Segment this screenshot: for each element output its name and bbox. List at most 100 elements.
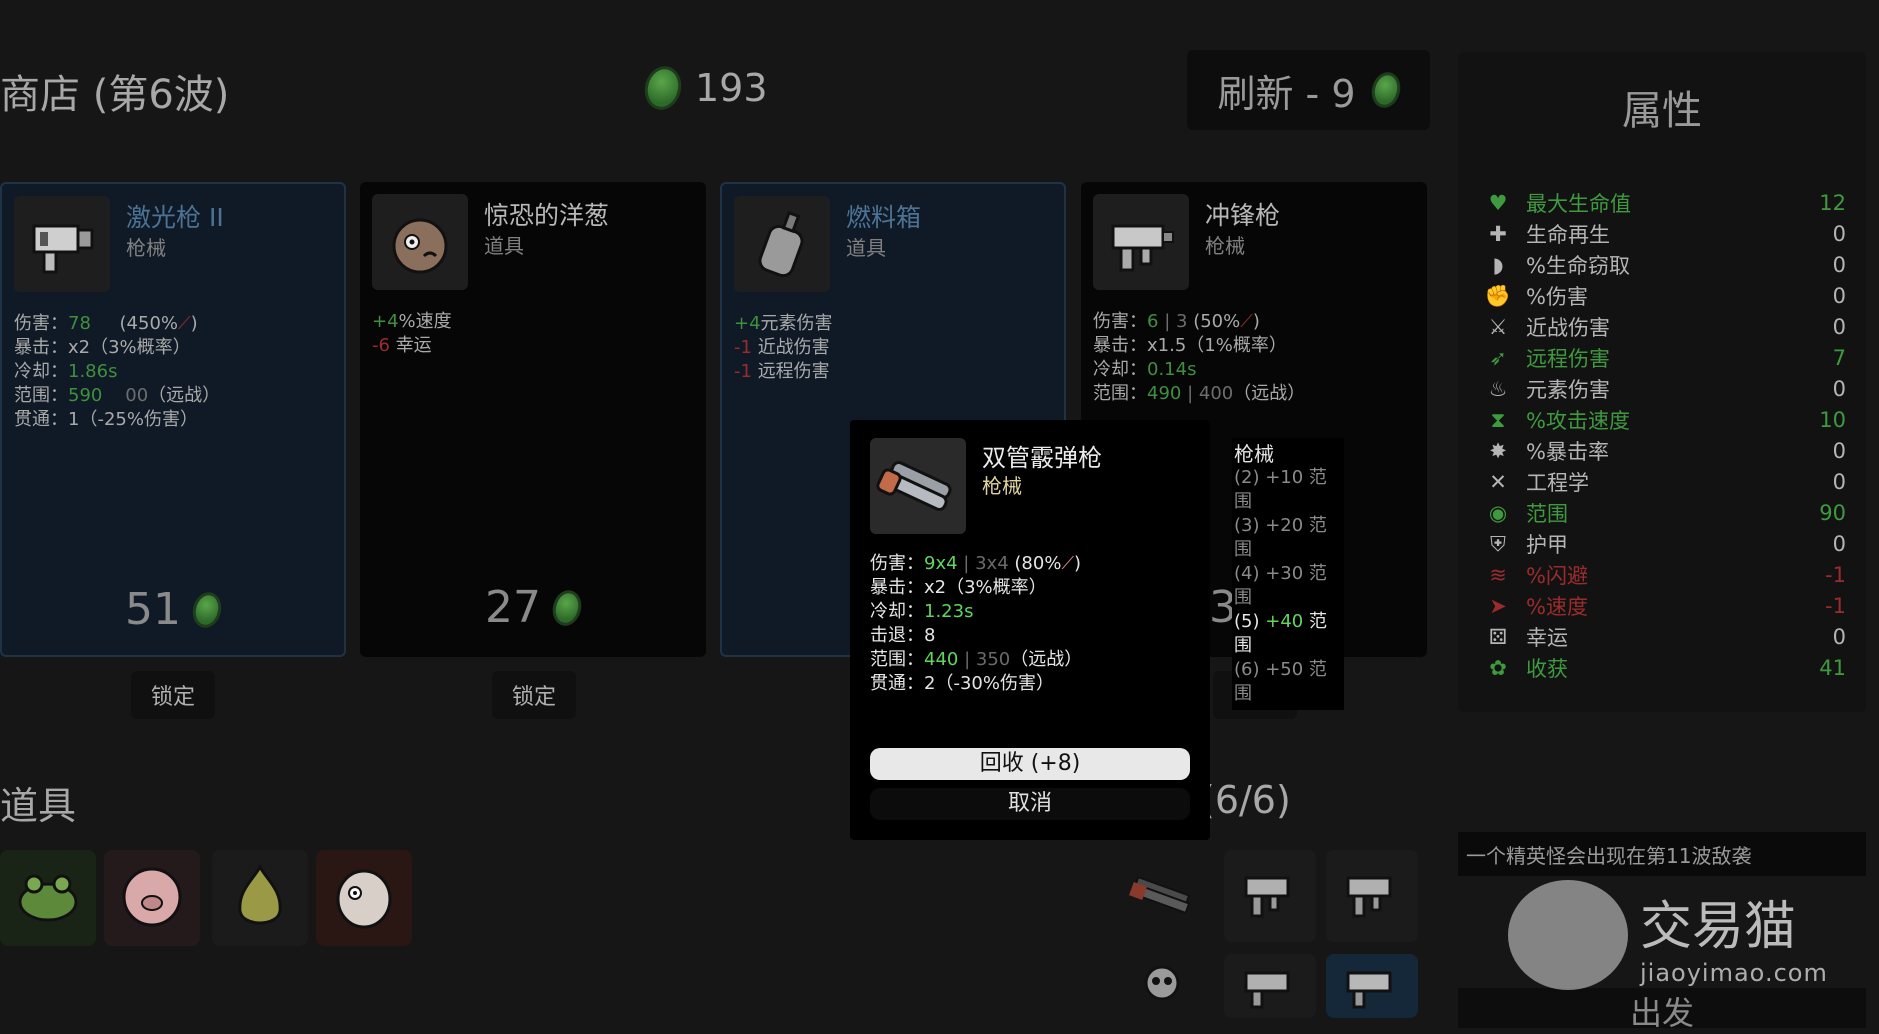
smg-icon [1240, 864, 1300, 928]
refresh-label: 刷新 - 9 [1217, 71, 1356, 116]
stat-row: ✚ 生命再生 0 [1484, 219, 1846, 249]
stat-label: 生命再生 [1526, 223, 1610, 247]
popup-stats: 伤害：9x4 | 3x4 (80%⟋) 暴击：x2（3%概率） 冷却：1.23s… [870, 553, 1083, 694]
stat-value: 0 [1832, 315, 1846, 339]
stat-row: ⚄ 幸运 0 [1484, 622, 1846, 652]
material-icon [1367, 68, 1404, 112]
stat-label: %伤害 [1526, 285, 1588, 309]
stat-label: 元素伤害 [1526, 378, 1610, 402]
stats-title: 属性 [1622, 88, 1702, 134]
scared-onion-icon [372, 194, 468, 290]
shotgun-icon [1129, 874, 1195, 918]
stat-label: %生命窃取 [1526, 254, 1630, 278]
card-price: 51 [2, 584, 344, 635]
shop-card-laser-gun[interactable]: 激光枪 II 枪械 伤害：78 (450%⟋) 暴击：x2（3%概率） 冷却：1… [0, 182, 346, 657]
stat-value: 0 [1832, 625, 1846, 649]
item-slot[interactable] [104, 850, 200, 946]
smg-icon [1240, 959, 1300, 1013]
weapon-slot[interactable] [1326, 954, 1418, 1018]
lock-button[interactable]: 锁定 [492, 671, 576, 719]
double-barrel-shotgun-icon [870, 438, 966, 534]
card-stats: +4%速度 -6 幸运 [372, 311, 452, 356]
weapons-count: (6/6) [1200, 778, 1291, 822]
stat-value: 0 [1832, 439, 1846, 463]
dodge-icon: ≋ [1489, 563, 1507, 587]
stat-value: 12 [1819, 191, 1846, 215]
stat-label: 最大生命值 [1526, 192, 1631, 216]
pear-icon [230, 861, 290, 935]
cat-logo-icon [1508, 880, 1628, 990]
stat-value: -1 [1825, 594, 1846, 618]
smg-icon [1342, 864, 1402, 928]
weapon-slot[interactable] [1224, 954, 1316, 1018]
range-icon: ◉ [1488, 501, 1508, 525]
card-kind: 枪械 [126, 236, 166, 260]
skull-icon [1137, 959, 1187, 1013]
recycle-button[interactable]: 回收 (+8) [870, 748, 1190, 780]
elemental-icon: ♨ [1488, 377, 1508, 401]
watermark-name: 交易猫 [1640, 896, 1797, 957]
weapon-slot[interactable] [1326, 850, 1418, 942]
cancel-button[interactable]: 取消 [870, 788, 1190, 820]
stat-row: ➤ %速度 -1 [1484, 591, 1846, 621]
card-name: 燃料箱 [846, 203, 922, 232]
laser-gun-icon [14, 196, 110, 292]
popup-weapon-name: 双管霰弹枪 [982, 444, 1102, 472]
engineering-icon: ✕ [1489, 470, 1507, 494]
refresh-button[interactable]: 刷新 - 9 [1187, 50, 1430, 130]
ranged-icon: ➶ [1489, 346, 1507, 370]
card-name: 惊恐的洋葱 [484, 201, 610, 230]
weapon-slot[interactable] [1116, 850, 1208, 942]
material-icon [639, 62, 687, 114]
item-slot[interactable] [316, 850, 412, 946]
damage-icon: ✊ [1484, 283, 1512, 308]
popup-weapon-kind: 枪械 [982, 474, 1022, 498]
stats-panel: 属性 ♥ 最大生命值 12 ✚ 生命再生 0 ◗ %生命窃取 0 ✊ %伤害 0 ⚔ 近战伤害 0 ➶ 远程伤害… [1458, 52, 1866, 712]
stat-value: 41 [1819, 656, 1846, 680]
watermark: 交易猫 jiaoyimao.com [1508, 880, 1868, 990]
stat-label: 护甲 [1526, 533, 1568, 557]
item-slot[interactable] [0, 850, 96, 946]
pig-icon [117, 863, 187, 933]
weapon-slot[interactable] [1224, 850, 1316, 942]
stat-label: %速度 [1526, 595, 1588, 619]
item-slot[interactable] [212, 850, 308, 946]
melee-icon: ⚔ [1488, 315, 1508, 339]
fuel-tank-icon [734, 196, 830, 292]
egg-icon [331, 861, 397, 935]
stat-row: ◉ 范围 90 [1484, 498, 1846, 528]
regen-icon: ✚ [1489, 222, 1507, 246]
stat-label: 远程伤害 [1526, 347, 1610, 371]
shop-title: 商店 (第6波) [0, 72, 230, 118]
stat-label: %暴击率 [1526, 440, 1609, 464]
stat-row: ◗ %生命窃取 0 [1484, 250, 1846, 280]
stat-row: ♨ 元素伤害 0 [1484, 374, 1846, 404]
card-kind: 枪械 [1205, 234, 1245, 258]
stat-value: 0 [1832, 253, 1846, 277]
crit-icon: ✸ [1489, 439, 1507, 463]
stat-value: 0 [1832, 377, 1846, 401]
stat-row: ⛨ 护甲 0 [1484, 529, 1846, 559]
card-kind: 道具 [846, 236, 886, 260]
stat-label: 幸运 [1526, 626, 1568, 650]
stat-label: %闪避 [1526, 564, 1588, 588]
go-button[interactable]: 出发 [1458, 988, 1866, 1032]
heart-icon: ♥ [1488, 191, 1508, 215]
attack-speed-icon: ⧗ [1490, 407, 1506, 432]
stat-value: 0 [1832, 532, 1846, 556]
weapon-set-bonus: 枪械 (2) +10 范围 (3) +20 范围 (4) +30 范围 (5) … [1232, 438, 1344, 710]
elite-wave-notice: 一个精英怪会出现在第11波敌袭 [1458, 832, 1866, 876]
card-stats: 伤害：6 | 3 (50%⟋) 暴击：x1.5（1%概率） 冷却：0.14s 范… [1093, 311, 1306, 404]
weapon-slot[interactable] [1116, 954, 1208, 1018]
lifesteal-icon: ◗ [1492, 253, 1504, 277]
card-stats: 伤害：78 (450%⟋) 暴击：x2（3%概率） 冷却：1.86s 范围：59… [14, 313, 221, 430]
laser-gun-icon [1342, 959, 1402, 1013]
stat-label: 范围 [1526, 502, 1568, 526]
shop-card-scared-onion[interactable]: 惊恐的洋葱 道具 +4%速度 -6 幸运 27 [360, 182, 706, 657]
stat-row: ✊ %伤害 0 [1484, 281, 1846, 311]
stat-label: 工程学 [1526, 471, 1589, 495]
stat-row: ⧗ %攻击速度 10 [1484, 405, 1846, 435]
lock-button[interactable]: 锁定 [131, 671, 215, 719]
speed-icon: ➤ [1489, 594, 1507, 618]
stat-value: 90 [1819, 501, 1846, 525]
